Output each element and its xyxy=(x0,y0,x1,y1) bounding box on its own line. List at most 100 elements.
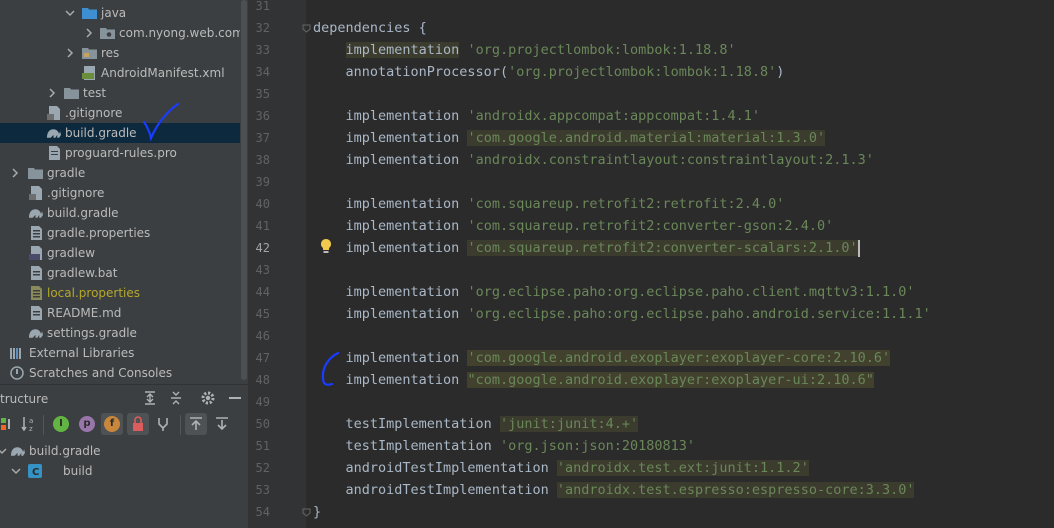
line-number[interactable]: 33 xyxy=(248,39,270,61)
line-number[interactable]: 43 xyxy=(248,259,270,281)
code-line[interactable]: implementation 'com.squareup.retrofit2:c… xyxy=(313,237,860,259)
code-line[interactable]: implementation 'com.squareup.retrofit2:r… xyxy=(313,193,785,215)
tree-item-gradlew[interactable]: gradlew xyxy=(0,243,240,263)
line-number[interactable]: 53 xyxy=(248,479,270,501)
line-number[interactable]: 40 xyxy=(248,193,270,215)
line-number[interactable]: 47 xyxy=(248,347,270,369)
autoscroll-from-source-icon[interactable] xyxy=(213,415,231,433)
show-properties-icon[interactable]: p xyxy=(79,416,95,432)
lightbulb-icon[interactable] xyxy=(319,238,333,254)
code-line[interactable]: implementation 'org.eclipse.paho:org.ecl… xyxy=(313,303,931,325)
tree-item-local-properties[interactable]: local.properties xyxy=(0,283,240,303)
collapse-all-icon[interactable] xyxy=(168,390,184,406)
tree-item-gitignore[interactable]: .gitignore xyxy=(0,103,240,123)
tree-item-readme[interactable]: README.md xyxy=(0,303,240,323)
tree-item-gradlew-bat[interactable]: gradlew.bat xyxy=(0,263,240,283)
line-number[interactable]: 51 xyxy=(248,435,270,457)
chevron-down-icon[interactable] xyxy=(11,465,21,477)
fold-marker-icon[interactable] xyxy=(302,508,311,517)
code-line[interactable]: annotationProcessor('org.projectlombok:l… xyxy=(313,61,785,83)
expand-all-icon[interactable] xyxy=(142,390,158,406)
structure-item-build[interactable]: C build xyxy=(0,461,240,481)
tree-item-build-gradle-root[interactable]: build.gradle xyxy=(0,203,240,223)
chevron-down-icon[interactable] xyxy=(65,7,75,19)
lock-icon[interactable] xyxy=(129,415,147,433)
project-tree-scroll-thumb[interactable] xyxy=(241,0,247,380)
line-number[interactable]: 46 xyxy=(248,325,270,347)
gear-icon[interactable] xyxy=(200,390,216,406)
code-line[interactable]: androidTestImplementation 'androidx.test… xyxy=(313,479,915,501)
code-line[interactable]: implementation 'com.google.android.mater… xyxy=(313,127,826,149)
tree-item-gitignore-root[interactable]: .gitignore xyxy=(0,183,240,203)
line-number[interactable]: 48 xyxy=(248,369,270,391)
line-number[interactable]: 32 xyxy=(248,17,270,39)
tree-item-res[interactable]: res xyxy=(0,43,240,63)
code-punctuation: ) xyxy=(776,64,785,80)
line-number[interactable]: 34 xyxy=(248,61,270,83)
toolbar-separator xyxy=(43,415,44,435)
navigate-with-single-click-icon[interactable] xyxy=(0,415,18,433)
code-line[interactable]: androidTestImplementation 'androidx.test… xyxy=(313,457,809,479)
show-inherited-icon[interactable]: I xyxy=(53,416,69,432)
tree-item-build-gradle-app[interactable]: build.gradle xyxy=(0,123,240,143)
tree-item-label: .gitignore xyxy=(47,186,105,200)
fold-marker-icon[interactable] xyxy=(302,24,311,33)
gradle-icon xyxy=(28,329,43,338)
manifest-icon xyxy=(82,66,95,80)
folder-icon xyxy=(28,168,43,179)
line-number[interactable]: 38 xyxy=(248,149,270,171)
file-icon xyxy=(31,266,42,280)
code-line[interactable]: implementation 'androidx.appcompat:appco… xyxy=(313,105,761,127)
chevron-down-icon[interactable] xyxy=(0,445,7,457)
chevron-right-icon[interactable] xyxy=(84,27,94,39)
code-line[interactable]: implementation 'org.projectlombok:lombok… xyxy=(313,39,736,61)
code-line[interactable]: testImplementation 'org.json:json:201808… xyxy=(313,435,696,457)
line-number[interactable]: 37 xyxy=(248,127,270,149)
line-number[interactable]: 35 xyxy=(248,83,270,105)
code-line[interactable]: dependencies { xyxy=(313,17,427,39)
code-line[interactable]: implementation 'com.google.android.exopl… xyxy=(313,347,891,369)
line-number[interactable]: 54 xyxy=(248,501,270,523)
chevron-right-icon[interactable] xyxy=(65,47,75,59)
code-line[interactable]: implementation 'androidx.constraintlayou… xyxy=(313,149,874,171)
line-number[interactable]: 39 xyxy=(248,171,270,193)
code-keyword: implementation xyxy=(345,240,460,256)
gradle-icon xyxy=(28,209,43,218)
tree-item-gradle-properties[interactable]: gradle.properties xyxy=(0,223,240,243)
show-fields-icon[interactable]: f xyxy=(104,416,120,432)
autoscroll-to-source-icon[interactable] xyxy=(187,415,205,433)
line-number[interactable]: 45 xyxy=(248,303,270,325)
line-number[interactable]: 50 xyxy=(248,413,270,435)
group-icon[interactable] xyxy=(154,415,172,433)
tree-item-scratches[interactable]: Scratches and Consoles xyxy=(0,363,240,383)
tree-item-label: com.nyong.web.com xyxy=(119,26,244,40)
line-number[interactable]: 42 xyxy=(248,237,270,259)
code-line[interactable]: implementation "com.google.android.exopl… xyxy=(313,369,874,391)
tree-item-settings-gradle[interactable]: settings.gradle xyxy=(0,323,240,343)
code-line[interactable]: implementation 'org.eclipse.paho:org.ecl… xyxy=(313,281,915,303)
line-number[interactable]: 52 xyxy=(248,457,270,479)
folder-source-icon xyxy=(82,8,97,19)
line-number[interactable]: 31 xyxy=(248,0,270,17)
tree-item-package[interactable]: com.nyong.web.com xyxy=(0,23,244,43)
line-number[interactable]: 41 xyxy=(248,215,270,237)
tree-item-external-libraries[interactable]: External Libraries xyxy=(0,343,240,363)
file-icon xyxy=(47,106,60,120)
tree-item-android-manifest[interactable]: AndroidManifest.xml xyxy=(0,63,240,83)
tree-item-label: settings.gradle xyxy=(47,326,137,340)
code-line[interactable]: testImplementation 'junit:junit:4.+' xyxy=(313,413,639,435)
minimize-icon[interactable] xyxy=(227,390,243,406)
line-number[interactable]: 36 xyxy=(248,105,270,127)
tree-item-proguard[interactable]: proguard-rules.pro xyxy=(0,143,240,163)
structure-item-build-gradle[interactable]: build.gradle xyxy=(0,441,240,461)
sort-alphabetically-icon[interactable]: az xyxy=(20,415,38,433)
tree-item-test[interactable]: test xyxy=(0,83,240,103)
tree-item-java[interactable]: java xyxy=(0,3,240,23)
line-number[interactable]: 49 xyxy=(248,391,270,413)
line-number[interactable]: 44 xyxy=(248,281,270,303)
chevron-right-icon[interactable] xyxy=(10,167,20,179)
code-line[interactable]: } xyxy=(313,501,321,523)
tree-item-gradle-folder[interactable]: gradle xyxy=(0,163,240,183)
code-line[interactable]: implementation 'com.squareup.retrofit2:c… xyxy=(313,215,834,237)
chevron-right-icon[interactable] xyxy=(47,87,57,99)
